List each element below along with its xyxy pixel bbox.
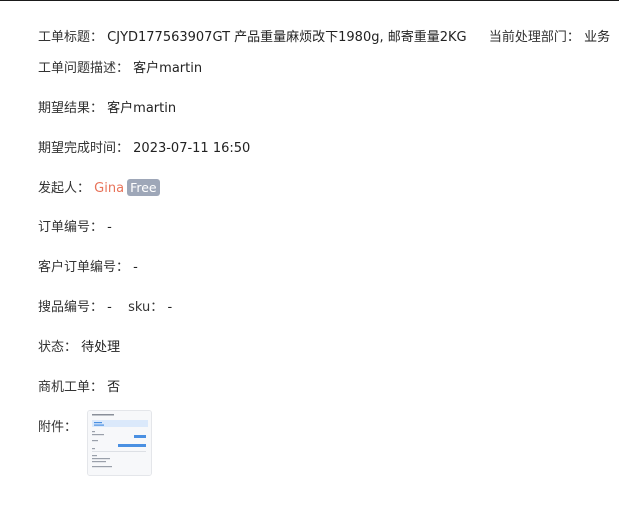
due-value: 2023-07-11 16:50 [133,141,251,156]
customer-order-row: 客户订单编号： - [38,259,138,277]
dept-value: 业务 [584,30,611,45]
issue-row: 工单问题描述： 客户martin [38,60,202,78]
initiator-row: 发起人： Gina Free [38,179,160,198]
order-value: - [107,220,112,235]
sku-value: - [167,300,173,315]
attachment-preview-image [88,411,151,475]
issue-label: 工单问题描述： [38,61,130,76]
attachment-row: 附件： [38,419,77,437]
product-label: 搜品编号： [38,300,104,315]
due-row: 期望完成时间： 2023-07-11 16:50 [38,140,250,158]
top-divider [0,0,619,1]
sku-label: sku： [128,300,164,315]
opportunity-row: 商机工单： 否 [38,379,120,397]
status-value: 待处理 [81,340,121,355]
ticket-title-value: CJYD177563907GT 产品重量麻烦改下1980g, 邮寄重量2KG [107,30,467,45]
expected-row: 期望结果： 客户martin [38,100,176,118]
initiator-plan-badge: Free [127,179,160,196]
customer-order-value: - [133,260,138,275]
product-row: 搜品编号： - sku： - [38,299,172,317]
ticket-title-row: 工单标题： CJYD177563907GT 产品重量麻烦改下1980g, 邮寄重… [38,29,610,47]
initiator-name-link[interactable]: Gina [94,181,124,196]
due-label: 期望完成时间： [38,141,130,156]
opportunity-label: 商机工单： [38,380,104,395]
dept-label: 当前处理部门： [488,30,580,45]
status-label: 状态： [38,340,78,355]
expected-label: 期望结果： [38,101,104,116]
order-row: 订单编号： - [38,219,112,237]
order-label: 订单编号： [38,220,104,235]
opportunity-value: 否 [107,380,121,395]
status-row: 状态： 待处理 [38,339,120,357]
ticket-title-label: 工单标题： [38,30,104,45]
initiator-label: 发起人： [38,181,91,196]
product-value: - [107,300,112,315]
expected-value: 客户martin [107,101,177,116]
issue-value: 客户martin [133,61,203,76]
attachment-thumbnail[interactable] [87,410,152,476]
attachment-label: 附件： [38,420,78,435]
customer-order-label: 客户订单编号： [38,260,130,275]
